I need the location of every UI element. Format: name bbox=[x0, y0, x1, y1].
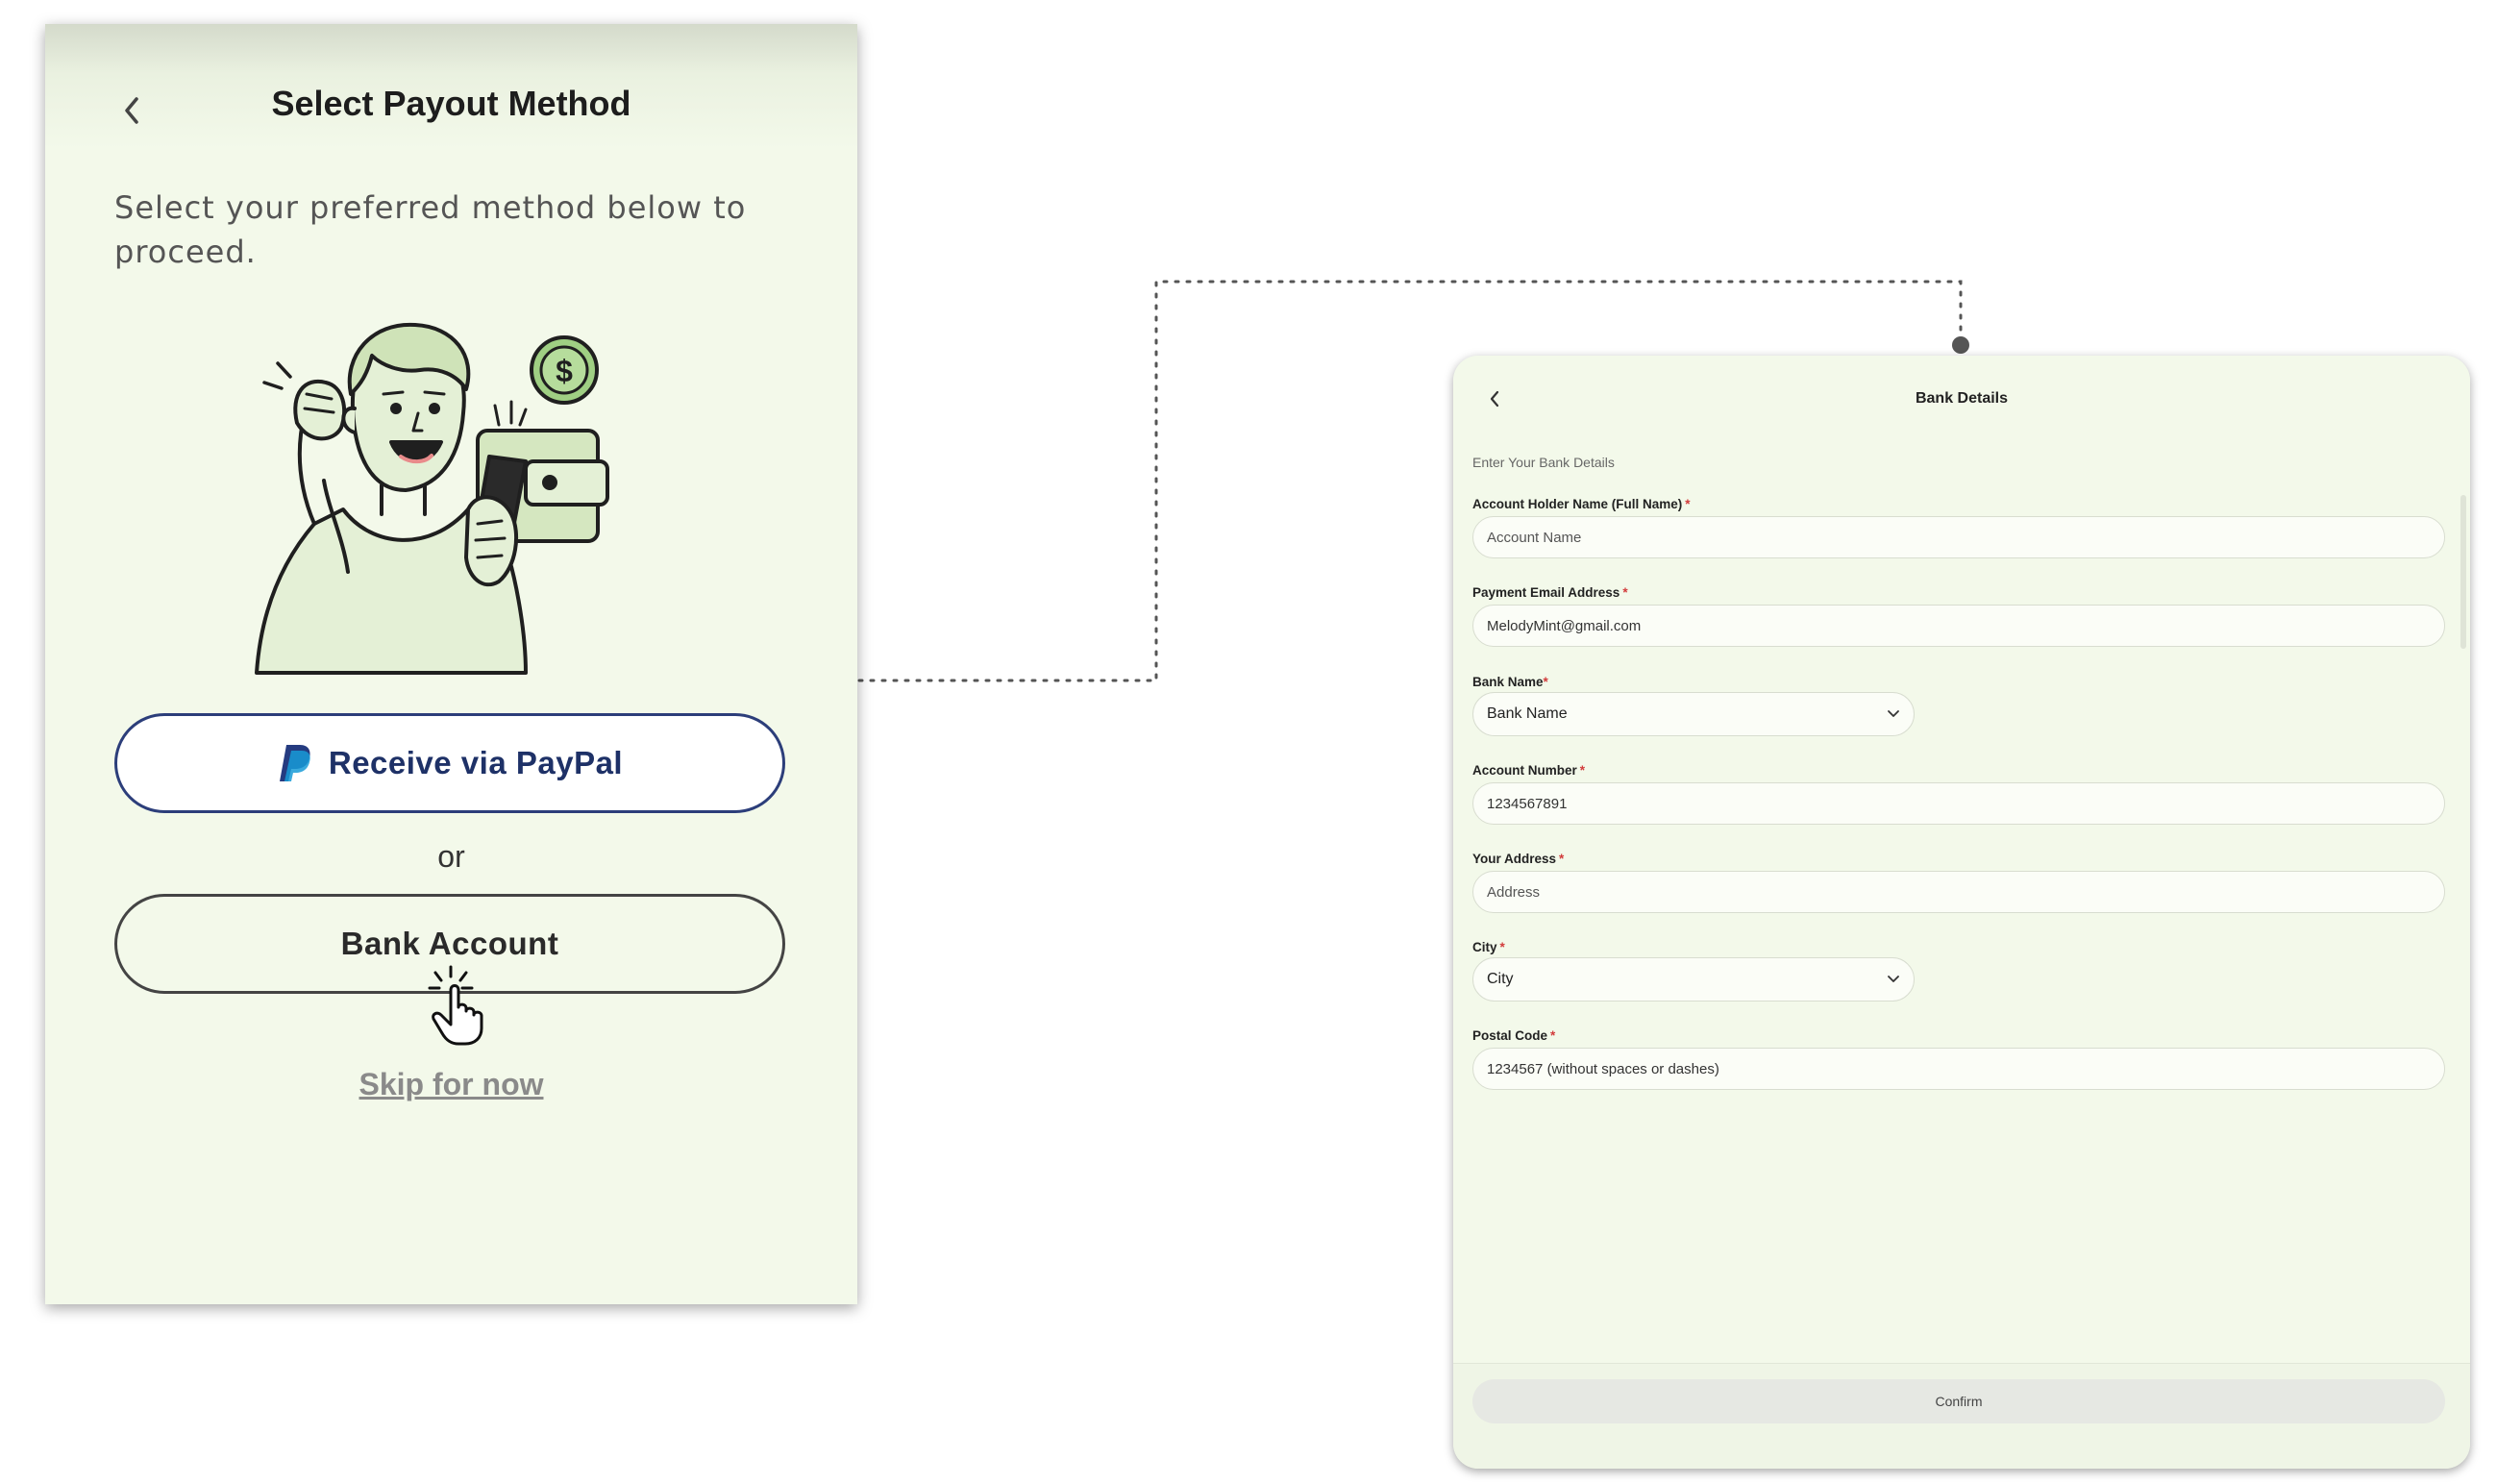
confirm-button[interactable]: Confirm bbox=[1472, 1379, 2445, 1423]
bank-name-label: Bank Name* bbox=[1472, 675, 1548, 689]
required-mark: * bbox=[1559, 852, 1565, 866]
account-number-label-text: Account Number bbox=[1472, 763, 1577, 778]
bank-name-select[interactable]: Bank Name bbox=[1472, 692, 1915, 736]
paypal-button-label: Receive via PayPal bbox=[328, 745, 624, 780]
page-title: Select Payout Method bbox=[271, 84, 631, 123]
payout-illustration: $ bbox=[255, 322, 609, 675]
required-mark: * bbox=[1579, 763, 1586, 778]
skip-for-now-link[interactable]: Skip for now bbox=[45, 1067, 857, 1102]
connector-endpoint-dot bbox=[1952, 336, 1969, 354]
required-mark: * bbox=[1622, 585, 1628, 600]
account-holder-input[interactable] bbox=[1472, 516, 2445, 558]
bank-name-label-text: Bank Name bbox=[1472, 675, 1544, 689]
or-separator: or bbox=[437, 839, 465, 874]
bank-name-selected-value: Bank Name bbox=[1487, 705, 1568, 722]
payment-email-label-text: Payment Email Address bbox=[1472, 585, 1620, 600]
paypal-logo-icon bbox=[279, 745, 310, 781]
account-holder-label-text: Account Holder Name (Full Name) bbox=[1472, 497, 1683, 511]
chevron-down-icon bbox=[1888, 710, 1899, 717]
required-mark: * bbox=[1685, 497, 1691, 511]
account-number-input[interactable] bbox=[1472, 782, 2445, 825]
required-mark: * bbox=[1499, 940, 1505, 954]
chevron-down-icon bbox=[1888, 976, 1899, 982]
payment-email-label: Payment Email Address * bbox=[1472, 585, 1628, 600]
city-label: City * bbox=[1472, 940, 1505, 954]
dollar-coin-icon: $ bbox=[556, 354, 573, 388]
payout-method-screen: Select Payout Method Select your preferr… bbox=[45, 24, 857, 1304]
hand-pointer-click-icon bbox=[428, 965, 483, 1046]
city-select[interactable]: City bbox=[1472, 957, 1915, 1002]
page-title: Bank Details bbox=[1915, 390, 2009, 407]
bank-button-label: Bank Account bbox=[340, 926, 559, 961]
city-label-text: City bbox=[1472, 940, 1497, 954]
account-number-label: Account Number * bbox=[1472, 763, 1585, 778]
receive-via-paypal-button[interactable]: Receive via PayPal bbox=[114, 713, 785, 813]
postal-code-label-text: Postal Code bbox=[1472, 1028, 1548, 1043]
address-label: Your Address * bbox=[1472, 852, 1564, 866]
required-mark: * bbox=[1543, 675, 1548, 689]
required-mark: * bbox=[1550, 1028, 1556, 1043]
account-holder-label: Account Holder Name (Full Name) * bbox=[1472, 497, 1691, 511]
page-subtitle: Enter Your Bank Details bbox=[1472, 455, 1615, 470]
bank-details-screen: Bank Details Enter Your Bank Details Acc… bbox=[1453, 356, 2470, 1469]
address-label-text: Your Address bbox=[1472, 852, 1557, 866]
scrollbar[interactable] bbox=[2460, 495, 2466, 649]
postal-code-input[interactable] bbox=[1472, 1048, 2445, 1090]
page-subtitle: Select your preferred method below to pr… bbox=[114, 189, 747, 270]
postal-code-label: Postal Code * bbox=[1472, 1028, 1555, 1043]
payment-email-input[interactable] bbox=[1472, 605, 2445, 647]
address-input[interactable] bbox=[1472, 871, 2445, 913]
city-selected-value: City bbox=[1487, 971, 1514, 987]
